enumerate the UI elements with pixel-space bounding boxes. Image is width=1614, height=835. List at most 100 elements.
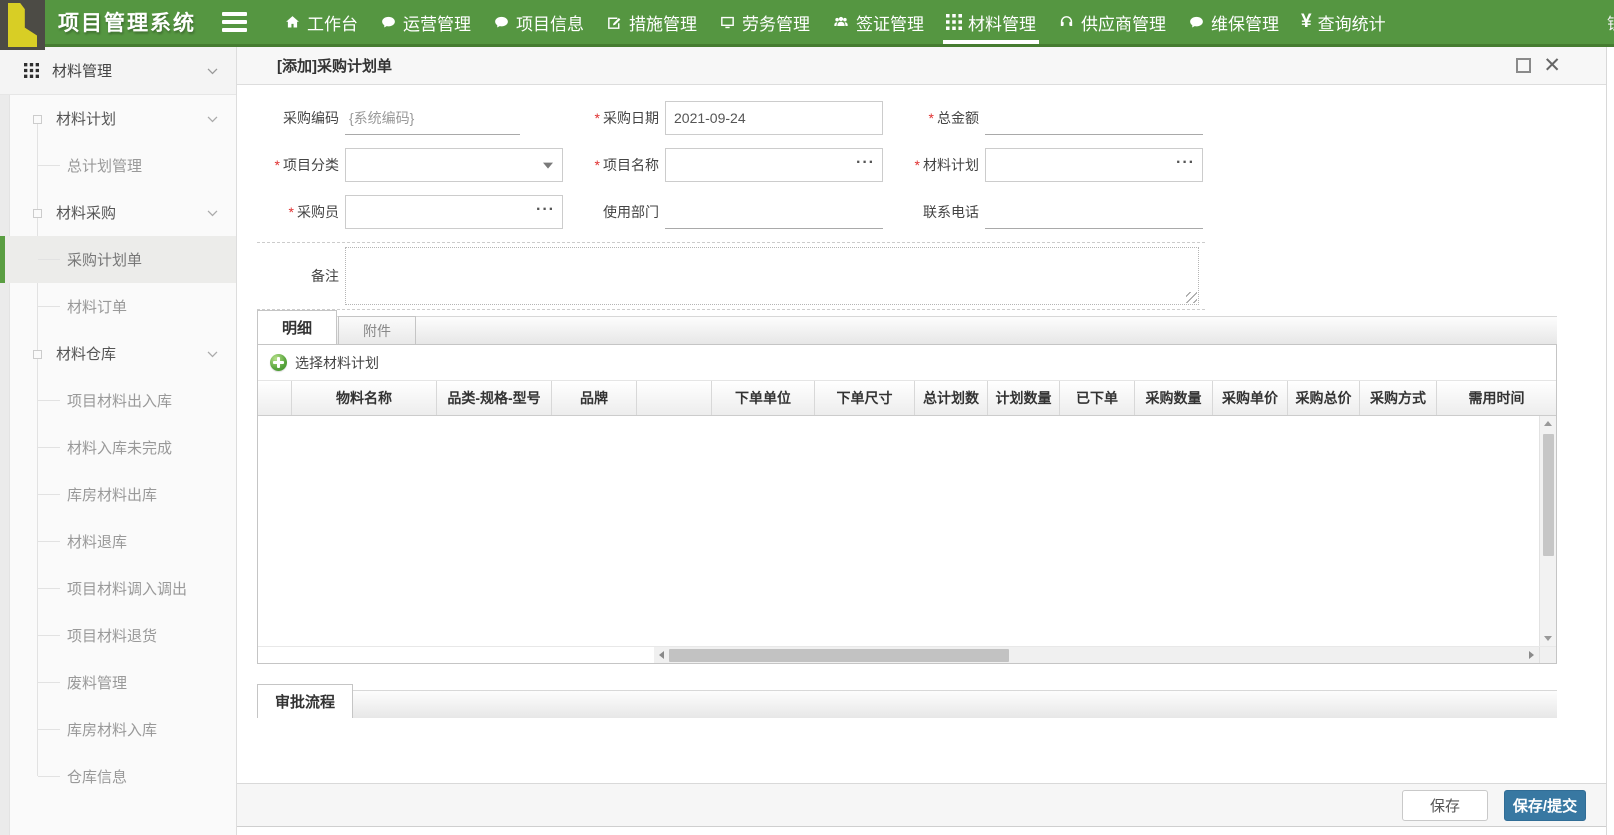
sidebar-item-project-material-in-out[interactable]: 项目材料出入库 — [0, 377, 236, 424]
chevron-down-icon — [206, 64, 219, 77]
tab-approval-flow[interactable]: 审批流程 — [257, 684, 353, 718]
grid-col-header[interactable]: 采购单价 — [1213, 381, 1288, 415]
purchase-code-label: 采购编码 — [257, 108, 345, 128]
yen-icon: ¥ — [1301, 11, 1312, 33]
nav-item-suppliers[interactable]: 供应商管理 — [1047, 0, 1177, 44]
using-department-field[interactable] — [665, 195, 883, 229]
sidebar-item-warehouse-inbound[interactable]: 库房材料入库 — [0, 706, 236, 753]
chat-icon — [380, 14, 397, 31]
ellipsis-trigger-icon[interactable]: ··· — [856, 154, 875, 172]
purchase-code-field[interactable]: {系统编码} — [345, 101, 520, 135]
add-plus-icon[interactable] — [270, 354, 287, 371]
project-name-field[interactable]: ··· — [665, 148, 883, 182]
horizontal-scrollbar-row — [258, 646, 1556, 663]
grid-col-header[interactable]: 采购方式 — [1360, 381, 1437, 415]
grid-col-header[interactable]: 下单尺寸 — [815, 381, 915, 415]
ellipsis-trigger-icon[interactable]: ··· — [536, 201, 555, 219]
grid-col-header[interactable] — [637, 381, 712, 415]
nav-item-project-info[interactable]: 项目信息 — [482, 0, 595, 44]
grid-icon — [24, 63, 39, 78]
vertical-scrollbar[interactable] — [1539, 416, 1556, 646]
app-logo — [0, 0, 45, 50]
grid-col-header[interactable] — [258, 381, 292, 415]
scroll-right-arrow-icon[interactable] — [1529, 651, 1534, 659]
sidebar-item-purchase-plan-order[interactable]: 采购计划单 — [0, 236, 236, 283]
contact-phone-label: 联系电话 — [897, 202, 985, 222]
nav-item-visa[interactable]: 签证管理 — [821, 0, 935, 44]
nav-item-materials[interactable]: 材料管理 — [935, 0, 1047, 44]
dialog-header: [添加]采购计划单 ✕ — [237, 47, 1606, 85]
scroll-up-arrow-icon[interactable] — [1544, 421, 1552, 426]
grid-col-header[interactable]: 采购数量 — [1135, 381, 1213, 415]
sidebar-item-inbound-unfinished[interactable]: 材料入库未完成 — [0, 424, 236, 471]
grid-col-header[interactable]: 已下单 — [1060, 381, 1135, 415]
menu-toggle-icon[interactable] — [222, 12, 247, 32]
scroll-down-arrow-icon[interactable] — [1544, 636, 1552, 641]
nav-item-query-stats[interactable]: ¥ 查询统计 — [1290, 0, 1397, 44]
sidebar-item-material-return-goods[interactable]: 项目材料退货 — [0, 612, 236, 659]
sidebar-item-warehouse-outbound[interactable]: 库房材料出库 — [0, 471, 236, 518]
sidebar-item-material-warehouse[interactable]: 材料仓库 — [0, 330, 236, 377]
nav-item-measures[interactable]: 措施管理 — [595, 0, 708, 44]
contact-phone-field[interactable] — [985, 195, 1203, 229]
headset-icon — [1058, 14, 1075, 31]
purchaser-field[interactable]: ··· — [345, 195, 563, 229]
resize-handle-icon[interactable] — [1186, 292, 1197, 303]
select-material-plan-button[interactable]: 选择材料计划 — [295, 353, 379, 373]
nav-item-maintenance[interactable]: 维保管理 — [1177, 0, 1290, 44]
project-category-select[interactable] — [345, 148, 563, 182]
sidebar-item-transfer-in-out[interactable]: 项目材料调入调出 — [0, 565, 236, 612]
close-icon[interactable]: ✕ — [1543, 58, 1561, 73]
ellipsis-trigger-icon[interactable]: ··· — [1176, 154, 1195, 172]
home-icon — [284, 14, 301, 31]
sidebar-item-material-purchase[interactable]: 材料采购 — [0, 189, 236, 236]
tab-detail[interactable]: 明细 — [257, 310, 337, 344]
grid-col-header[interactable]: 品牌 — [552, 381, 637, 415]
nav-item-labor[interactable]: 劳务管理 — [708, 0, 821, 44]
save-button[interactable]: 保存 — [1402, 790, 1488, 821]
sidebar-item-scrap-mgmt[interactable]: 废料管理 — [0, 659, 236, 706]
material-plan-label: *材料计划 — [897, 155, 985, 175]
nav-item-operation[interactable]: 运营管理 — [369, 0, 482, 44]
add-purchase-plan-dialog: [添加]采购计划单 ✕ 采购编码 {系统编码} *采购日期 2021-09-24… — [237, 47, 1607, 835]
sidebar-item-material-return-store[interactable]: 材料退库 — [0, 518, 236, 565]
grid-col-header[interactable]: 下单单位 — [712, 381, 815, 415]
grid-col-header[interactable]: 物料名称 — [292, 381, 437, 415]
sidebar-item-material-plan[interactable]: 材料计划 — [0, 95, 236, 142]
sidebar-root-materials[interactable]: 材料管理 — [0, 47, 236, 95]
chevron-down-icon — [206, 206, 219, 219]
monitor-icon — [719, 14, 736, 31]
total-amount-label: *总金额 — [897, 108, 985, 128]
dialog-footer: 保存 保存/提交 — [237, 783, 1606, 827]
vertical-scroll-thumb[interactable] — [1543, 434, 1554, 556]
sidebar-item-total-plan-mgmt[interactable]: 总计划管理 — [0, 142, 236, 189]
sidebar-item-warehouse-info[interactable]: 仓库信息 — [0, 753, 236, 800]
material-plan-field[interactable]: ··· — [985, 148, 1203, 182]
grid-body — [258, 416, 1556, 646]
tab-attachment[interactable]: 附件 — [338, 316, 416, 344]
save-submit-button[interactable]: 保存/提交 — [1504, 790, 1586, 821]
lock-screen-link[interactable]: 锁 — [1607, 10, 1614, 34]
grid-col-header[interactable]: 采购总价 — [1288, 381, 1360, 415]
horizontal-scroll-thumb[interactable] — [669, 649, 1009, 662]
grid-col-header[interactable]: 需用时间 — [1437, 381, 1556, 415]
logo-shape — [8, 3, 37, 47]
grid-col-header[interactable]: 品类-规格-型号 — [437, 381, 552, 415]
dialog-title: [添加]采购计划单 — [277, 55, 1516, 76]
maximize-icon[interactable] — [1516, 58, 1531, 73]
horizontal-scrollbar[interactable] — [654, 647, 1539, 663]
app-title: 项目管理系统 — [58, 7, 196, 37]
scroll-left-arrow-icon[interactable] — [659, 651, 664, 659]
remark-textarea[interactable] — [345, 247, 1199, 305]
chevron-down-icon — [206, 112, 219, 125]
purchase-date-field[interactable]: 2021-09-24 — [665, 101, 883, 135]
sidebar: 材料管理 材料计划 总计划管理 材料采购 采购计划单 材料订单 材料仓库 项目材… — [0, 47, 237, 835]
nav-item-workbench[interactable]: 工作台 — [273, 0, 369, 44]
grid-col-header[interactable]: 计划数量 — [988, 381, 1060, 415]
sidebar-item-material-order[interactable]: 材料订单 — [0, 283, 236, 330]
select-arrow-icon[interactable] — [543, 163, 553, 169]
scrollbar-corner — [1539, 647, 1556, 663]
main-nav: 工作台 运营管理 项目信息 措施管理 劳务管理 签证管理 材料管理 供应商管理 … — [273, 0, 1397, 44]
grid-col-header[interactable]: 总计划数 — [915, 381, 988, 415]
total-amount-field[interactable] — [985, 101, 1203, 135]
